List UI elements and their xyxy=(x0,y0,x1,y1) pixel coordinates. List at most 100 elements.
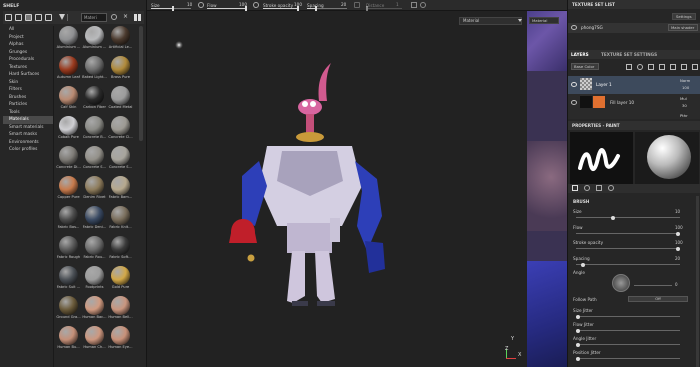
layer-opacity[interactable]: 100 xyxy=(682,85,689,90)
material-thumbnail[interactable]: Carbon Fiber xyxy=(82,86,107,112)
folder-icon[interactable] xyxy=(5,14,12,21)
size-value[interactable]: 10 xyxy=(675,209,680,214)
category-item[interactable]: Color profiles xyxy=(3,146,53,154)
material-thumbnail[interactable]: Brass Pure xyxy=(108,56,133,82)
tab-texture-set-settings[interactable]: TEXTURE SET SETTINGS xyxy=(601,52,657,57)
category-item[interactable]: Alphas xyxy=(3,41,53,49)
viewport-mode-dropdown[interactable]: Material xyxy=(459,17,522,25)
category-item[interactable]: Tools xyxy=(3,109,53,117)
material-thumbnail[interactable]: Human Ch... xyxy=(82,326,107,352)
material-thumbnail[interactable]: Concrete B... xyxy=(82,116,107,142)
material-thumbnail[interactable]: Cobalt Pure xyxy=(56,116,81,142)
flow-jitter-slider[interactable] xyxy=(576,328,680,333)
duplicate-icon[interactable] xyxy=(681,64,687,70)
material-thumbnail[interactable]: Concrete Cl... xyxy=(108,116,133,142)
import-icon[interactable] xyxy=(35,14,42,21)
material-thumbnail[interactable]: Human Bell... xyxy=(108,296,133,322)
material-thumbnail[interactable]: Fabric Rough xyxy=(56,236,81,262)
layer-row[interactable]: Layer 1 Norm 100 xyxy=(568,76,700,94)
add-effect-icon[interactable] xyxy=(659,64,665,70)
shelf-settings-icon[interactable] xyxy=(45,14,52,21)
filter-icon[interactable] xyxy=(59,14,65,20)
toolbar-size-slider[interactable] xyxy=(151,6,191,11)
texture-set-row[interactable]: phong7SG Main shader xyxy=(568,23,700,33)
layer-blend[interactable]: Pthr xyxy=(680,113,688,118)
category-item[interactable]: Textures xyxy=(3,64,53,72)
toolbar-size-value[interactable]: 10 xyxy=(187,2,192,7)
visibility-eye-icon[interactable] xyxy=(571,82,577,87)
category-item[interactable]: Hard Surfaces xyxy=(3,71,53,79)
angle-jitter-slider[interactable] xyxy=(576,342,680,347)
material-thumbnail[interactable]: Fabric Deni... xyxy=(82,206,107,232)
material-thumbnail[interactable]: Aluminium ... xyxy=(56,26,81,52)
shader-dropdown[interactable]: Main shader xyxy=(668,24,698,31)
category-item[interactable]: Environments xyxy=(3,139,53,147)
material-thumbnail[interactable]: Gold Pure xyxy=(108,266,133,292)
channel-dropdown[interactable]: Base Color xyxy=(571,63,599,70)
symmetry-icon[interactable] xyxy=(411,2,417,8)
delete-icon[interactable] xyxy=(692,64,698,70)
size-slider[interactable] xyxy=(576,215,680,220)
lazy-mouse-icon[interactable] xyxy=(354,2,360,8)
category-item[interactable]: Skin xyxy=(3,79,53,87)
close-icon[interactable]: × xyxy=(123,14,128,20)
material-thumbnail[interactable]: Concrete S... xyxy=(82,146,107,172)
material-thumbnail[interactable]: Aluminium ... xyxy=(82,26,107,52)
folder-icon[interactable] xyxy=(670,64,676,70)
angle-dial[interactable] xyxy=(612,274,630,292)
category-item[interactable]: Smart materials xyxy=(3,124,53,132)
category-item[interactable]: Smart masks xyxy=(3,131,53,139)
spacing-slider[interactable] xyxy=(576,262,680,267)
category-item[interactable]: Grunges xyxy=(3,49,53,57)
angle-value[interactable]: 0 xyxy=(675,282,678,287)
fill-layer-icon[interactable] xyxy=(637,64,643,70)
material-thumbnail[interactable]: Coated Metal xyxy=(108,86,133,112)
material-thumbnail[interactable]: Artificial Le... xyxy=(108,26,133,52)
toolbar-flow-value[interactable]: 100 xyxy=(239,2,247,7)
toolbar-stroke-value[interactable]: 100 xyxy=(294,2,302,7)
visibility-eye-icon[interactable] xyxy=(571,25,577,30)
shelf-search-input[interactable]: Materi xyxy=(81,13,107,22)
category-item[interactable]: Brushes xyxy=(3,94,53,102)
material-thumbnail[interactable]: Fabric Bas... xyxy=(56,206,81,232)
material-thumbnail[interactable]: Human Bac... xyxy=(82,296,107,322)
layer-row[interactable]: Pthr xyxy=(568,112,700,119)
paint-layer-icon[interactable] xyxy=(626,64,632,70)
material-tab-icon[interactable] xyxy=(608,185,614,191)
toolbar-spacing-value[interactable]: 20 xyxy=(341,2,346,7)
layer-row[interactable]: Fill layer 10 Mul 30 xyxy=(568,94,700,112)
material-thumbnail[interactable]: Concrete Di... xyxy=(56,146,81,172)
uv-mode-dropdown[interactable]: Material xyxy=(529,17,559,24)
material-thumbnail[interactable]: Autumn Leaf xyxy=(56,56,81,82)
alpha-tab-icon[interactable] xyxy=(584,185,590,191)
material-thumbnail[interactable]: Calf Skin xyxy=(56,86,81,112)
category-item[interactable]: All xyxy=(3,26,53,34)
material-thumbnail[interactable]: Fabric Suit ... xyxy=(56,266,81,292)
size-jitter-slider[interactable] xyxy=(576,314,680,319)
material-thumbnail[interactable]: Copper Pure xyxy=(56,176,81,202)
flow-slider[interactable] xyxy=(576,231,680,236)
material-thumbnail[interactable]: Fabric Soft... xyxy=(108,236,133,262)
material-thumbnail[interactable]: Footprints xyxy=(82,266,107,292)
material-thumbnail[interactable]: Fabric Rou... xyxy=(82,236,107,262)
add-mask-icon[interactable] xyxy=(648,64,654,70)
stencil-tab-icon[interactable] xyxy=(596,185,602,191)
toolbar-flow-slider[interactable] xyxy=(207,6,247,11)
stroke-slider[interactable] xyxy=(576,246,680,251)
layer-blend[interactable]: Norm xyxy=(680,78,690,83)
tab-layers[interactable]: LAYERS xyxy=(571,52,589,57)
layer-blend[interactable]: Mul xyxy=(680,96,687,101)
category-item[interactable]: Filters xyxy=(3,86,53,94)
toolbar-distance-slider[interactable] xyxy=(366,6,402,11)
category-item[interactable]: Particles xyxy=(3,101,53,109)
material-thumbnail[interactable]: Fabric Bam... xyxy=(108,176,133,202)
search-icon[interactable] xyxy=(111,14,117,20)
new-shelf-icon[interactable] xyxy=(15,14,22,21)
spacing-value[interactable]: 20 xyxy=(675,256,680,261)
category-item[interactable]: Project xyxy=(3,34,53,42)
3d-viewport[interactable] xyxy=(147,11,527,367)
position-jitter-slider[interactable] xyxy=(576,356,680,361)
visibility-eye-icon[interactable] xyxy=(571,100,577,105)
texture-set-settings-button[interactable]: Settings xyxy=(672,13,696,20)
shelf-scrollbar[interactable] xyxy=(139,26,143,141)
